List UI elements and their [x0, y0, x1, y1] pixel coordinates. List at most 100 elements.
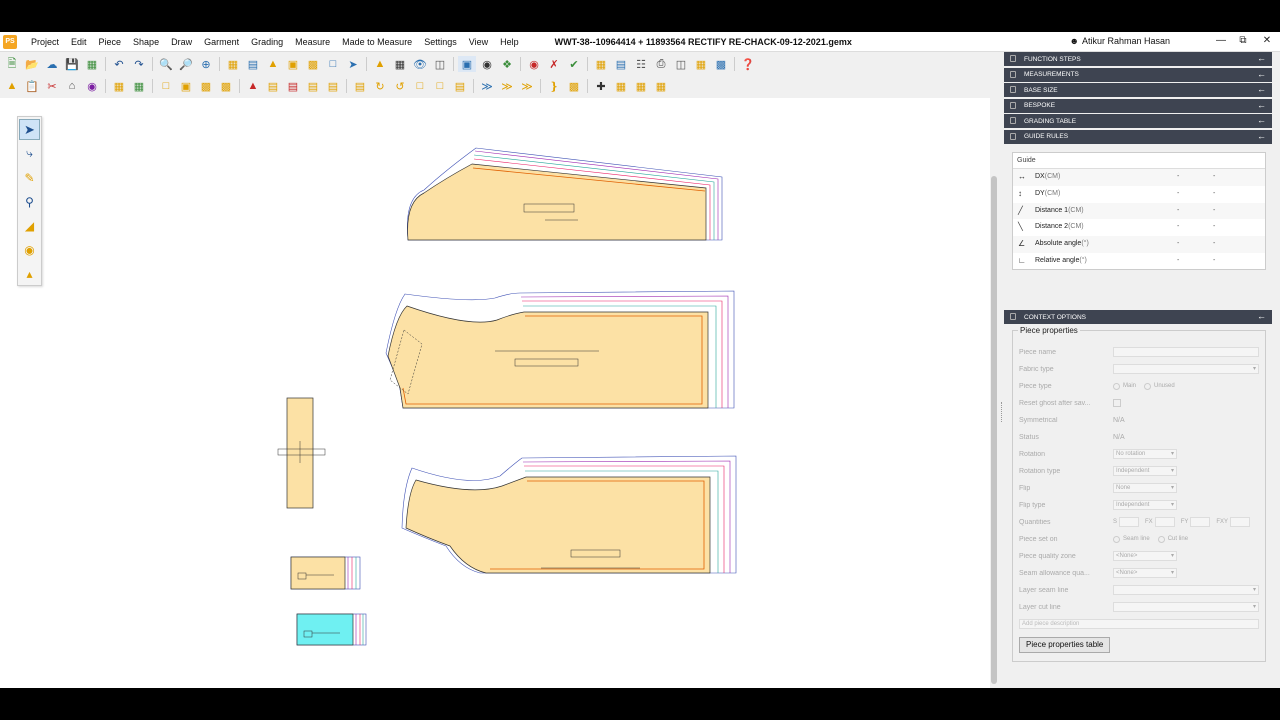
- radio-seam-line[interactable]: [1113, 535, 1120, 543]
- layer-seam-select[interactable]: [1113, 585, 1259, 595]
- rotate-icon[interactable]: ↻: [371, 78, 389, 94]
- marker-red-icon[interactable]: ◉: [525, 56, 543, 72]
- piece-insert-icon[interactable]: ▦: [130, 78, 148, 94]
- zoom-in-icon[interactable]: ⊕: [197, 56, 215, 72]
- menu-shape[interactable]: Shape: [127, 37, 165, 47]
- plot-icon[interactable]: ◫: [672, 56, 690, 72]
- piece-link-icon[interactable]: □: [324, 56, 342, 72]
- arrow-left-icon[interactable]: ←: [1257, 115, 1266, 125]
- select-arrow-icon[interactable]: ➤: [19, 119, 40, 140]
- user-account[interactable]: ☻ Atikur Rahman Hasan: [1069, 36, 1170, 46]
- save-all-icon[interactable]: ▦: [83, 56, 101, 72]
- quantity-fx-input[interactable]: [1154, 517, 1175, 527]
- duplicate-icon[interactable]: ▣: [177, 78, 195, 94]
- notch-tool-icon[interactable]: ▤: [304, 78, 322, 94]
- piece-tool-icon[interactable]: ▲: [3, 78, 21, 94]
- sequence-icon[interactable]: ▦: [632, 78, 650, 94]
- section-function-steps[interactable]: FUNCTION STEPS ←: [1004, 52, 1272, 66]
- pin-icon[interactable]: [1010, 101, 1016, 109]
- visibility-icon[interactable]: 👁: [411, 56, 429, 72]
- undo-icon[interactable]: ↶: [110, 56, 128, 72]
- grid-icon[interactable]: ▦: [391, 56, 409, 72]
- redo-icon[interactable]: ↷: [130, 56, 148, 72]
- close-icon[interactable]: ✕: [1260, 35, 1274, 46]
- piece-view-icon[interactable]: ▣: [458, 56, 476, 72]
- menu-grading[interactable]: Grading: [245, 37, 289, 47]
- pattern-piece-2[interactable]: [385, 290, 735, 409]
- cad-icon[interactable]: ▩: [712, 56, 730, 72]
- section-measurements[interactable]: MEASUREMENTS ←: [1004, 67, 1272, 82]
- calendar-icon[interactable]: ▦: [692, 56, 710, 72]
- section-context-options[interactable]: CONTEXT OPTIONS ←: [1004, 310, 1272, 324]
- arrow-left-icon[interactable]: ←: [1257, 100, 1266, 110]
- pleat-red-icon[interactable]: ▤: [284, 78, 302, 94]
- table-icon[interactable]: ▦: [592, 56, 610, 72]
- pleat-icon[interactable]: ▤: [264, 78, 282, 94]
- arrow-left-icon[interactable]: ←: [1257, 131, 1266, 141]
- section-grading-table[interactable]: GRADING TABLE ←: [1004, 114, 1272, 128]
- quality-zone-select[interactable]: <None>: [1113, 551, 1177, 561]
- pattern-piece-4[interactable]: [277, 397, 326, 509]
- cut-icon[interactable]: ✂: [43, 78, 61, 94]
- pin-icon[interactable]: [1010, 55, 1016, 62]
- import-icon[interactable]: ▤: [244, 56, 262, 72]
- color-icon[interactable]: ◉: [83, 78, 101, 94]
- pin-icon[interactable]: [1010, 70, 1016, 78]
- panel-splitter[interactable]: [1001, 402, 1003, 422]
- notch-icon[interactable]: ✗: [545, 56, 563, 72]
- flip-select[interactable]: None: [1113, 483, 1177, 493]
- arrow-left-icon[interactable]: ←: [1257, 84, 1266, 94]
- layout-icon[interactable]: ◫: [431, 56, 449, 72]
- fabric-type-select[interactable]: [1113, 364, 1259, 374]
- seam-allowance-icon[interactable]: ≫: [498, 78, 516, 94]
- block-icon[interactable]: ▦: [652, 78, 670, 94]
- guide-row-relative-angle[interactable]: ∟ Relative angle(°) - -: [1013, 253, 1265, 270]
- link-icon[interactable]: ▦: [612, 78, 630, 94]
- quantity-fy-input[interactable]: [1190, 517, 1211, 527]
- zoom-window-icon[interactable]: 🔎: [177, 56, 195, 72]
- piece-stack-icon[interactable]: ▣: [284, 56, 302, 72]
- report-icon[interactable]: ☷: [632, 56, 650, 72]
- arrow-left-icon[interactable]: ←: [1257, 53, 1266, 63]
- stretch-icon[interactable]: □: [431, 78, 449, 94]
- pattern-piece-1[interactable]: [407, 147, 723, 241]
- dart-icon[interactable]: ▲: [244, 78, 262, 94]
- help-icon[interactable]: ❓: [739, 56, 757, 72]
- add-piece-icon[interactable]: ▲: [371, 56, 389, 72]
- guide-row-distance-2[interactable]: ╲ Distance 2(CM) - -: [1013, 219, 1265, 236]
- section-guide-rules[interactable]: GUIDE RULES ←: [1004, 129, 1272, 144]
- merge-icon[interactable]: ▩: [197, 78, 215, 94]
- tape-measure-icon[interactable]: ◉: [19, 239, 40, 260]
- quantity-s-input[interactable]: [1119, 517, 1140, 527]
- rotation-type-select[interactable]: Independent: [1113, 466, 1177, 476]
- app-logo-icon[interactable]: PS: [3, 34, 17, 49]
- piece-description-input[interactable]: Add piece description: [1019, 619, 1259, 629]
- cloud-open-icon[interactable]: ☁: [43, 56, 61, 72]
- measure-pin-icon[interactable]: ⚲: [19, 191, 40, 212]
- forward-icon[interactable]: ≫: [518, 78, 536, 94]
- align-icon[interactable]: ▤: [451, 78, 469, 94]
- pattern-canvas[interactable]: [0, 98, 997, 688]
- menu-help[interactable]: Help: [494, 37, 525, 47]
- new-file-icon[interactable]: 🗎: [3, 56, 21, 72]
- quantity-fxy-input[interactable]: [1230, 517, 1251, 527]
- piece-properties-table-button[interactable]: Piece properties table: [1019, 637, 1111, 653]
- text-tool-icon[interactable]: ▦: [224, 56, 242, 72]
- select-piece-icon[interactable]: ▩: [304, 56, 322, 72]
- save-icon[interactable]: 💾: [63, 56, 81, 72]
- ruler-icon[interactable]: ◢: [19, 215, 40, 236]
- restore-icon[interactable]: ⧉: [1236, 35, 1250, 46]
- section-bespoke[interactable]: BESPOKE ←: [1004, 98, 1272, 113]
- seam-allowance-select[interactable]: <None>: [1113, 568, 1177, 578]
- arrow-left-icon[interactable]: ←: [1257, 69, 1266, 79]
- guide-row-dx[interactable]: ↔ DX(CM) - -: [1013, 169, 1265, 186]
- split-icon[interactable]: ▩: [217, 78, 235, 94]
- shrink-icon[interactable]: □: [411, 78, 429, 94]
- drill-icon[interactable]: ▤: [324, 78, 342, 94]
- menu-made-to-measure[interactable]: Made to Measure: [336, 37, 418, 47]
- menu-garment[interactable]: Garment: [198, 37, 245, 47]
- check-icon[interactable]: ✔: [565, 56, 583, 72]
- minimize-icon[interactable]: —: [1214, 35, 1228, 46]
- menu-piece[interactable]: Piece: [93, 37, 128, 47]
- arrow-right-icon[interactable]: ➤: [344, 56, 362, 72]
